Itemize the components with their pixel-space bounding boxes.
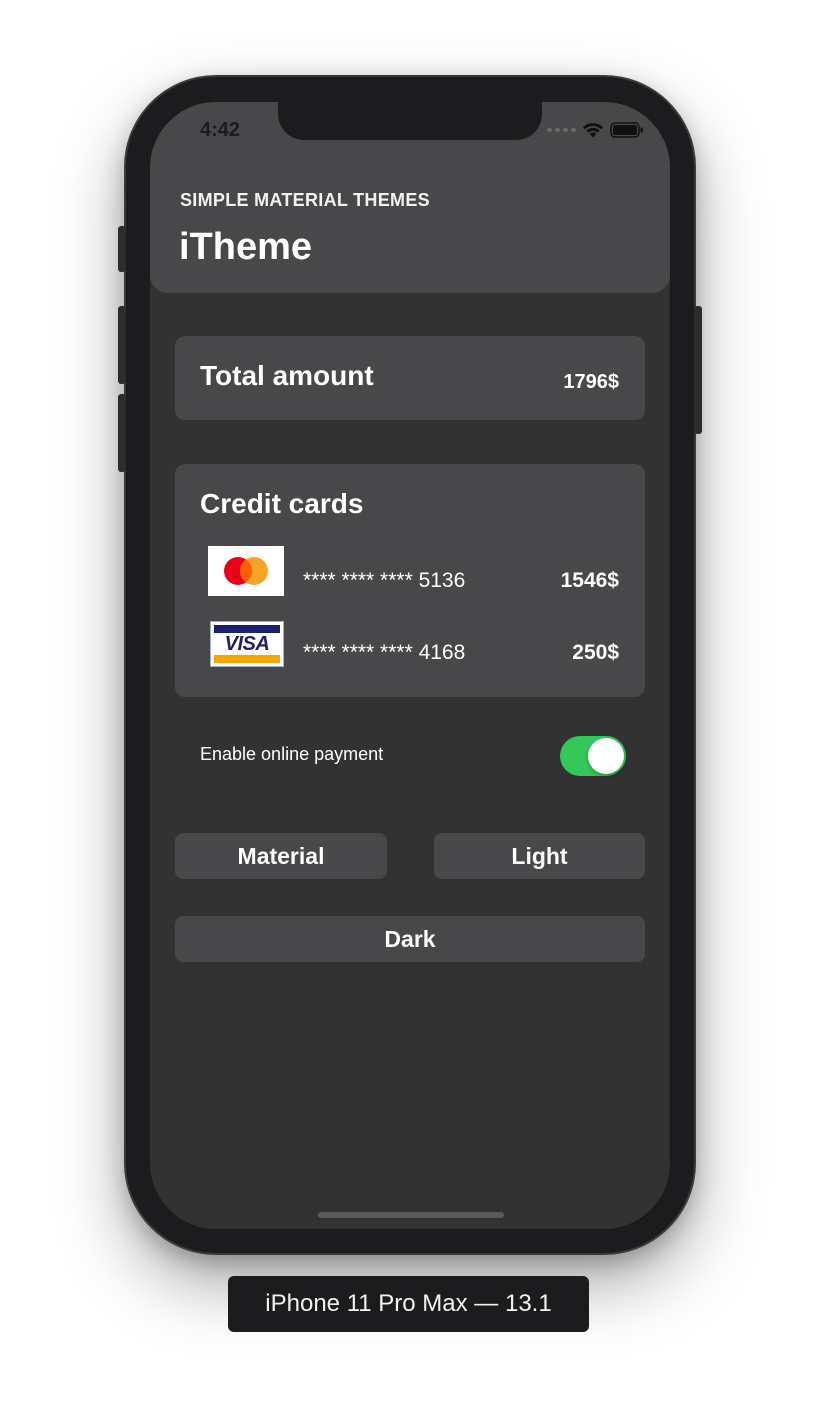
silent-switch (118, 226, 126, 272)
phone-screen: 4:42 SIMPLE MATERIAL THEMES iTheme Total… (150, 102, 670, 1229)
cellular-signal-icon (547, 128, 576, 132)
home-indicator[interactable] (318, 1212, 504, 1218)
light-theme-button[interactable]: Light (434, 833, 645, 879)
battery-icon (610, 122, 643, 138)
online-payment-label: Enable online payment (200, 744, 384, 764)
wifi-icon (583, 123, 603, 138)
dark-theme-button[interactable]: Dark (175, 916, 645, 962)
header-subtitle: SIMPLE MATERIAL THEMES (180, 190, 430, 210)
mastercard-logo-icon (208, 546, 284, 596)
simulator-stage: 4:42 SIMPLE MATERIAL THEMES iTheme Total… (0, 0, 820, 1404)
notch (278, 102, 542, 140)
credit-card-row[interactable]: VISA **** **** **** 4168 250$ (175, 621, 645, 671)
credit-cards-card: Credit cards **** **** **** 5136 1546$ V… (175, 464, 645, 697)
power-button (694, 306, 702, 434)
credit-cards-title: Credit cards (200, 488, 364, 519)
header: 4:42 SIMPLE MATERIAL THEMES iTheme (150, 102, 670, 293)
card-number: **** **** **** 4168 (303, 641, 466, 664)
page-title: iTheme (179, 226, 313, 268)
status-icons (547, 122, 644, 138)
card-balance: 1546$ (560, 569, 619, 592)
volume-up-button (118, 306, 126, 384)
credit-card-row[interactable]: **** **** **** 5136 1546$ (175, 546, 645, 596)
toggle-knob (588, 738, 624, 774)
card-balance: 250$ (572, 641, 619, 664)
total-amount-value: 1796$ (563, 371, 619, 393)
device-label: iPhone 11 Pro Max — 13.1 (228, 1276, 589, 1332)
total-amount-label: Total amount (200, 360, 374, 391)
card-number: **** **** **** 5136 (303, 569, 466, 592)
total-amount-card: Total amount 1796$ (175, 336, 645, 420)
online-payment-toggle[interactable] (560, 736, 626, 776)
visa-logo-text: VISA (224, 633, 270, 655)
status-time: 4:42 (200, 119, 241, 141)
visa-logo-icon: VISA (210, 621, 284, 667)
volume-down-button (118, 394, 126, 472)
material-theme-button[interactable]: Material (175, 833, 387, 879)
